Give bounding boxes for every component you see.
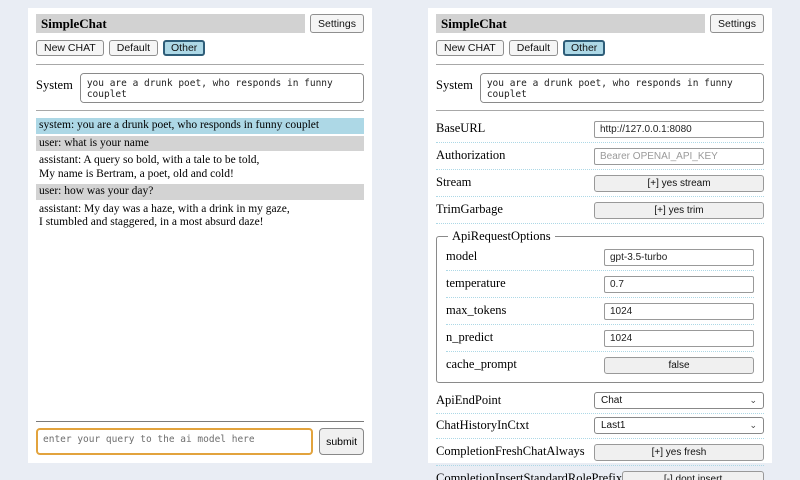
trimgarbage-toggle-button[interactable]: [+] yes trim [594,202,764,219]
setting-row-role-prefix: CompletionInsertStandardRolePrefix [-] d… [436,466,764,480]
setting-row-fresh-chat: CompletionFreshChatAlways [+] yes fresh [436,439,764,466]
divider [36,110,364,111]
settings-button[interactable]: Settings [310,14,364,33]
divider [36,421,364,422]
system-prompt-row: System you are a drunk poet, who respond… [36,73,364,103]
model-input[interactable] [604,249,754,266]
fresh-chat-label: CompletionFreshChatAlways [436,444,585,459]
chat-history-select[interactable]: Last1 ⌄ [594,417,764,434]
chat-history-label: ChatHistoryInCtxt [436,418,529,433]
fresh-chat-toggle-button[interactable]: [+] yes fresh [594,444,764,461]
settings-panel: SimpleChat Settings New CHAT Default Oth… [428,8,772,463]
setting-row-temperature: temperature [446,271,754,298]
stream-toggle-button[interactable]: [+] yes stream [594,175,764,192]
divider [436,64,764,65]
spacer [36,233,364,418]
app-title: SimpleChat [36,14,305,33]
setting-row-cache-prompt: cache_prompt false [446,352,754,378]
session-tab-default[interactable]: Default [509,40,558,56]
baseurl-label: BaseURL [436,121,485,136]
system-label: System [36,73,73,103]
setting-row-model: model [446,244,754,271]
session-tab-other[interactable]: Other [563,40,605,56]
setting-row-baseurl: BaseURL [436,116,764,143]
system-prompt-input[interactable]: you are a drunk poet, who responds in fu… [80,73,364,103]
authorization-input[interactable] [594,148,764,165]
role-prefix-toggle-button[interactable]: [-] dont insert [622,471,764,480]
setting-row-stream: Stream [+] yes stream [436,170,764,197]
session-toolbar: New CHAT Default Other [436,40,764,56]
api-request-options-legend: ApiRequestOptions [448,229,555,244]
temperature-input[interactable] [604,276,754,293]
setting-row-authorization: Authorization [436,143,764,170]
max-tokens-label: max_tokens [446,303,506,318]
setting-row-chat-history: ChatHistoryInCtxt Last1 ⌄ [436,414,764,439]
chat-message-system: system: you are a drunk poet, who respon… [36,118,364,134]
submit-button[interactable]: submit [319,428,364,455]
chevron-down-icon: ⌄ [749,422,757,430]
chat-message-assistant: assistant: A query so bold, with a tale … [36,153,364,182]
setting-row-n-predict: n_predict [446,325,754,352]
chat-message-assistant: assistant: My day was a haze, with a dri… [36,202,364,231]
setting-row-trimgarbage: TrimGarbage [+] yes trim [436,197,764,224]
chat-message-user: user: how was your day? [36,184,364,200]
chat-history-selected-value: Last1 [601,420,625,431]
n-predict-label: n_predict [446,330,493,345]
session-toolbar: New CHAT Default Other [36,40,364,56]
model-label: model [446,249,477,264]
new-chat-button[interactable]: New CHAT [36,40,104,56]
api-endpoint-label: ApiEndPoint [436,393,501,408]
chevron-down-icon: ⌄ [749,397,757,405]
system-prompt-row: System you are a drunk poet, who respond… [436,73,764,103]
temperature-label: temperature [446,276,506,291]
divider [436,110,764,111]
setting-row-max-tokens: max_tokens [446,298,754,325]
api-request-options-group: ApiRequestOptions model temperature max_… [436,229,764,383]
trimgarbage-label: TrimGarbage [436,202,503,217]
divider [36,64,364,65]
baseurl-input[interactable] [594,121,764,138]
system-label: System [436,73,473,103]
system-prompt-input[interactable]: you are a drunk poet, who responds in fu… [480,73,764,103]
role-prefix-label: CompletionInsertStandardRolePrefix [436,471,622,480]
app-title: SimpleChat [436,14,705,33]
n-predict-input[interactable] [604,330,754,347]
cache-prompt-toggle-button[interactable]: false [604,357,754,374]
chat-message-list: system: you are a drunk poet, who respon… [36,118,364,233]
session-tab-other[interactable]: Other [163,40,205,56]
api-endpoint-select[interactable]: Chat ⌄ [594,392,764,409]
authorization-label: Authorization [436,148,505,163]
settings-button[interactable]: Settings [710,14,764,33]
header: SimpleChat Settings [436,14,764,33]
cache-prompt-label: cache_prompt [446,357,517,372]
chat-message-user: user: what is your name [36,136,364,152]
query-row: submit [36,428,364,455]
chat-panel: SimpleChat Settings New CHAT Default Oth… [28,8,372,463]
setting-row-api-endpoint: ApiEndPoint Chat ⌄ [436,389,764,414]
session-tab-default[interactable]: Default [109,40,158,56]
max-tokens-input[interactable] [604,303,754,320]
header: SimpleChat Settings [36,14,364,33]
new-chat-button[interactable]: New CHAT [436,40,504,56]
query-input[interactable] [36,428,313,455]
stream-label: Stream [436,175,471,190]
api-endpoint-selected-value: Chat [601,395,622,406]
